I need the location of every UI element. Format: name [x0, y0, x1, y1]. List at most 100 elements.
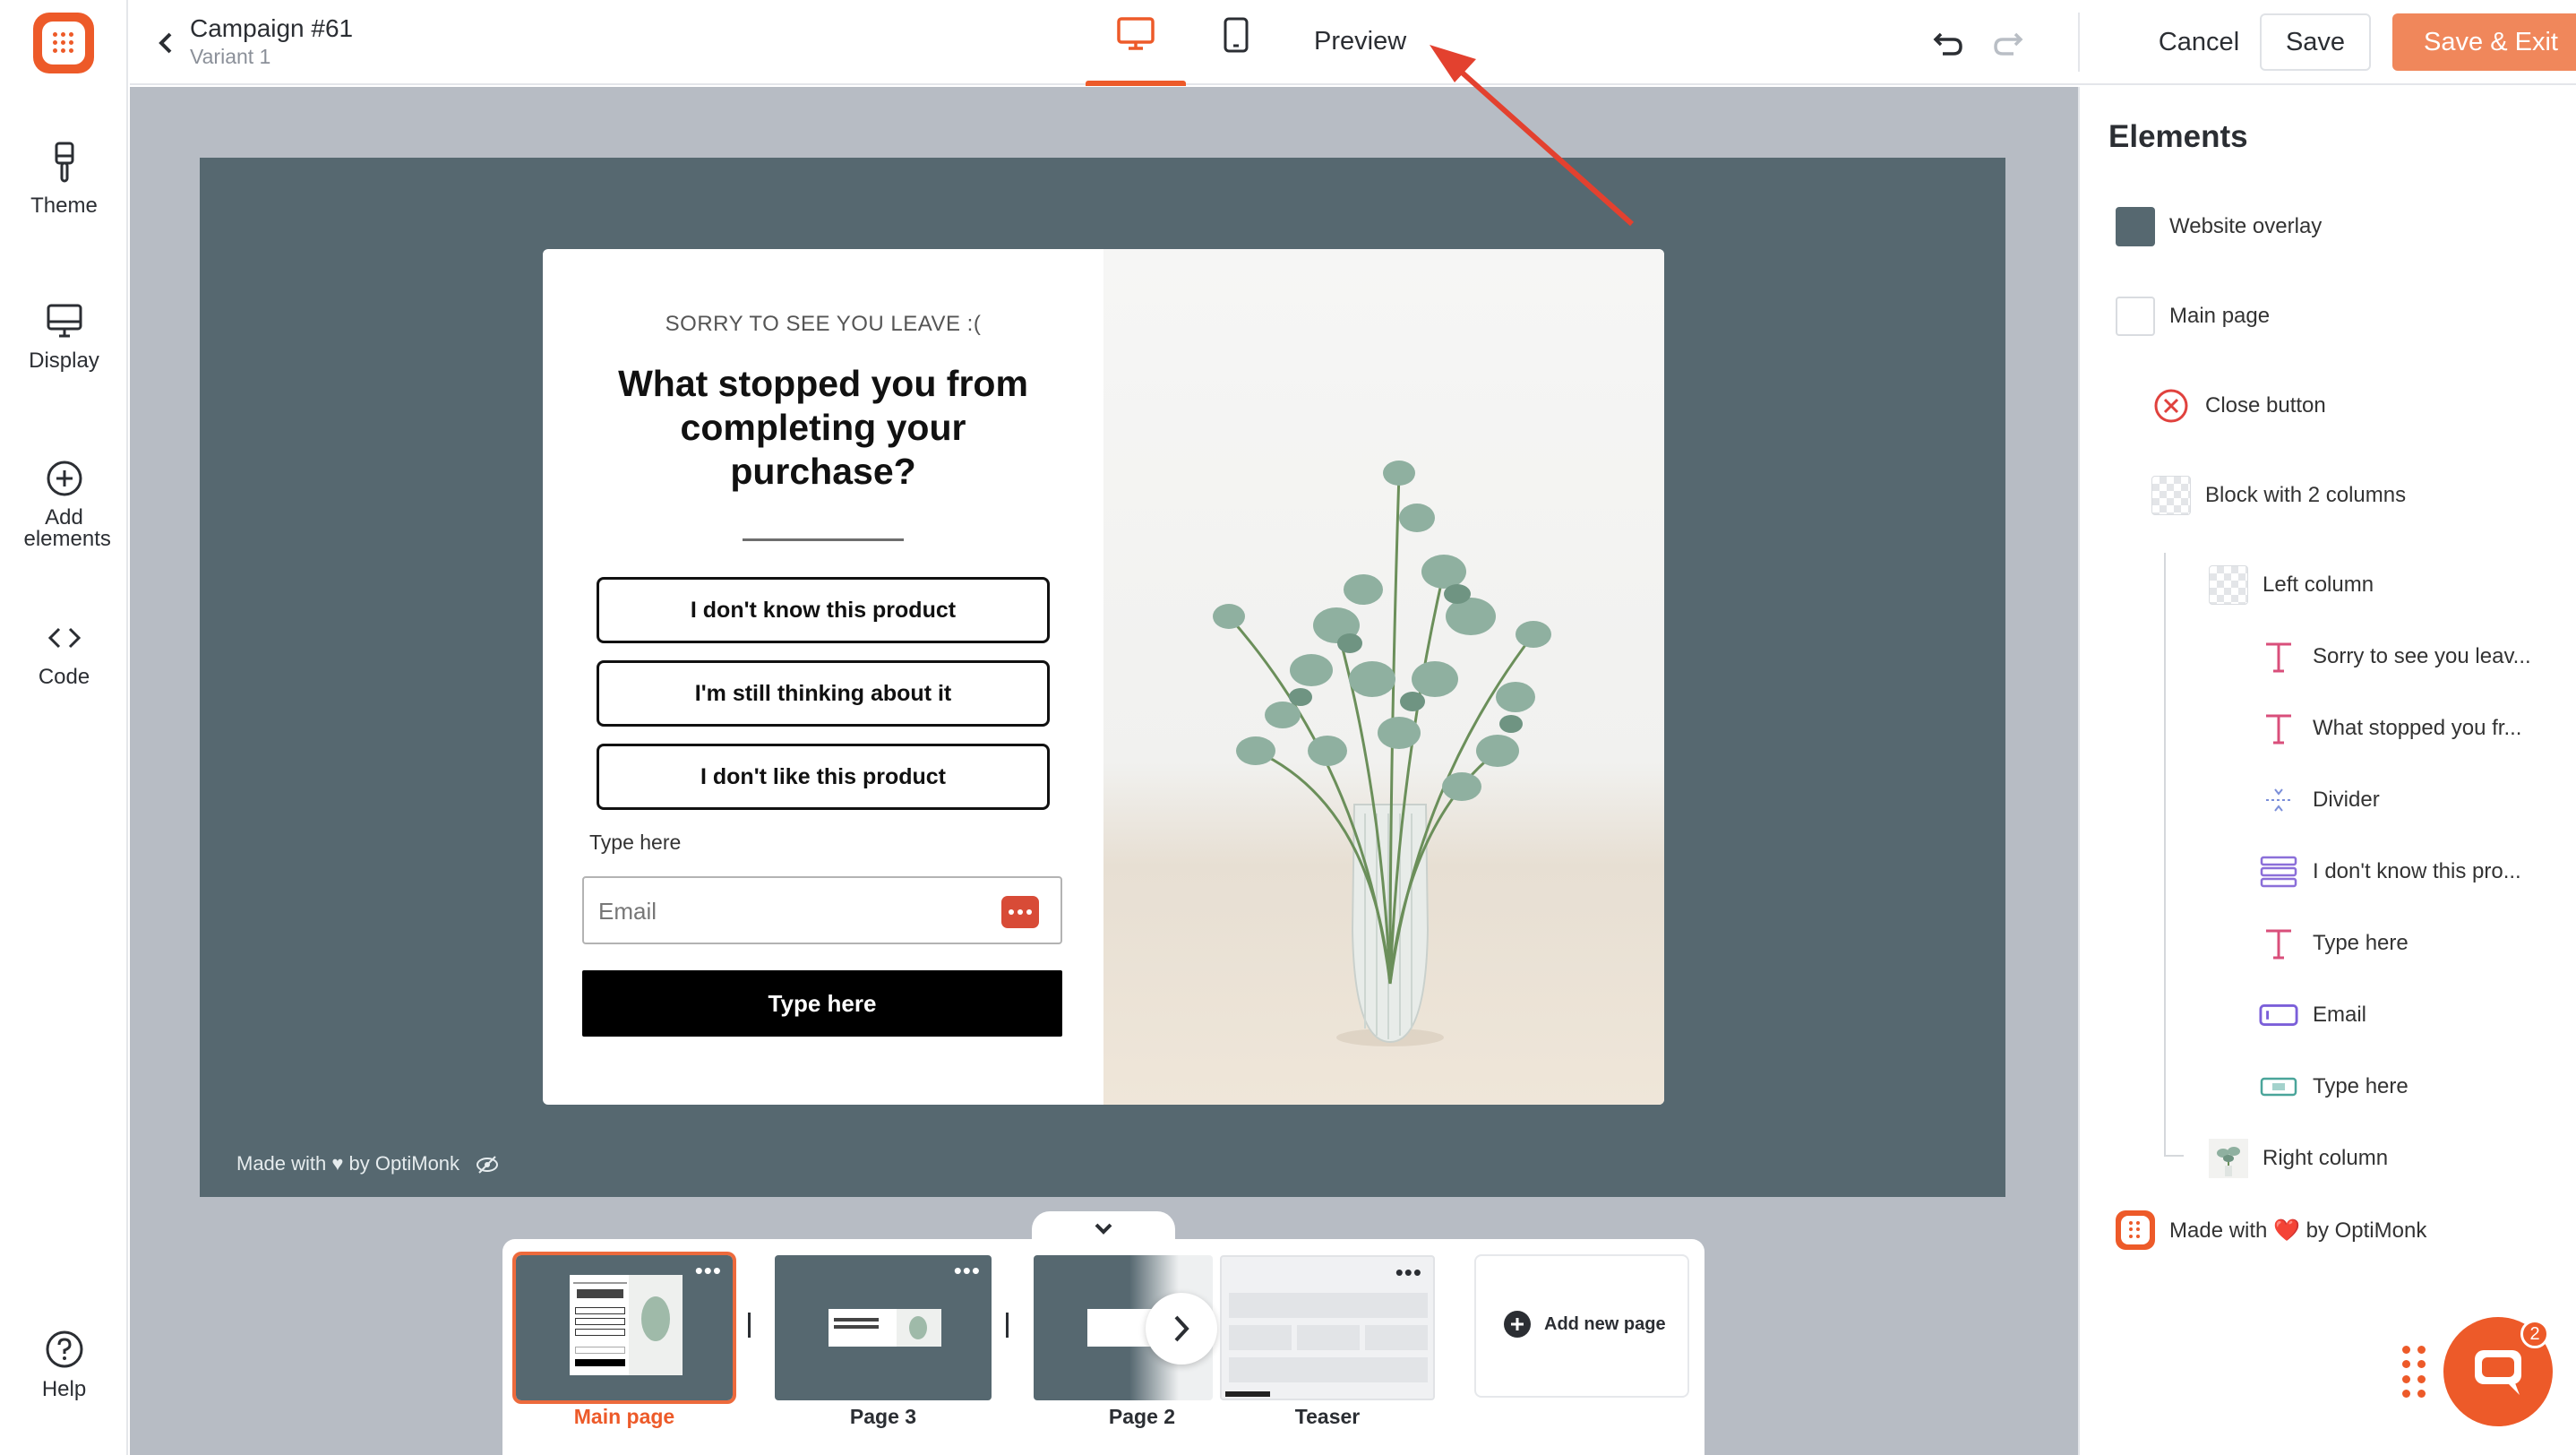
sidebar-item-theme[interactable]: Theme — [0, 142, 128, 217]
checker-icon — [2209, 565, 2248, 605]
preview-button[interactable]: Preview — [1314, 27, 1406, 56]
element-website-overlay[interactable]: Website overlay — [2116, 207, 2322, 246]
element-label: Left column — [2263, 573, 2374, 597]
element-label: Type here — [2313, 1074, 2409, 1098]
password-manager-icon[interactable] — [1001, 896, 1039, 928]
made-with-branding[interactable]: Made with ♥ by OptiMonk — [236, 1152, 459, 1175]
monitor-icon — [47, 304, 82, 338]
optimonk-logo-icon[interactable] — [33, 13, 94, 73]
sidebar-item-label: Help — [41, 1377, 87, 1401]
element-right-column[interactable]: Right column — [2209, 1139, 2388, 1178]
sidebar-item-label: Code — [38, 665, 90, 689]
scroll-right-button[interactable] — [1146, 1293, 1217, 1365]
chat-unread-badge: 2 — [2520, 1320, 2549, 1348]
element-close-button[interactable]: Close button — [2151, 386, 2326, 426]
email-input[interactable]: Email — [582, 876, 1062, 944]
eyebrow-text[interactable]: SORRY TO SEE YOU LEAVE :( — [543, 312, 1103, 337]
tree-line — [2164, 553, 2166, 1155]
submit-button[interactable]: Type here — [582, 970, 1062, 1037]
sidebar-item-label: Theme — [30, 194, 98, 218]
page-label-main[interactable]: Main page — [516, 1405, 733, 1429]
element-email[interactable]: Email — [2259, 995, 2366, 1035]
input-icon — [2259, 995, 2298, 1035]
eucalyptus-vase-image — [1213, 461, 1551, 1046]
option-button-dont-know[interactable]: I don't know this product — [597, 577, 1050, 643]
more-icon[interactable]: ••• — [954, 1259, 981, 1282]
element-block-2-columns[interactable]: Block with 2 columns — [2151, 476, 2406, 515]
optimonk-logo-icon — [2116, 1210, 2155, 1250]
list-icon — [2259, 852, 2298, 891]
more-icon[interactable]: ••• — [1395, 1261, 1422, 1284]
divider[interactable] — [743, 538, 904, 541]
sidebar-item-display[interactable]: Display — [0, 302, 128, 372]
elements-panel: Elements Website overlay Main page Close… — [2078, 87, 2576, 1455]
plus-circle-icon — [47, 461, 82, 496]
headline-text[interactable]: What stopped you from completing your pu… — [599, 362, 1047, 494]
left-column[interactable]: SORRY TO SEE YOU LEAVE :( What stopped y… — [543, 249, 1103, 1105]
page-thumb-page3[interactable]: ••• — [775, 1255, 992, 1400]
right-column-image[interactable] — [1103, 249, 1664, 1105]
element-label: Close button — [2205, 393, 2326, 418]
mobile-view-button[interactable] — [1186, 16, 1286, 86]
element-options[interactable]: I don't know this pro... — [2259, 852, 2521, 891]
add-new-page-label: Add new page — [1544, 1313, 1666, 1334]
sidebar-item-add-elements[interactable]: Add elements — [0, 459, 128, 550]
chat-icon — [2475, 1350, 2521, 1395]
element-divider[interactable]: Divider — [2259, 780, 2380, 820]
page-label-teaser[interactable]: Teaser — [1220, 1405, 1435, 1429]
eye-slash-icon[interactable] — [475, 1154, 500, 1175]
element-left-column[interactable]: Left column — [2209, 565, 2374, 605]
element-label: Email — [2313, 1003, 2367, 1027]
element-text-headline[interactable]: What stopped you fr... — [2259, 709, 2521, 748]
page-thumb-teaser[interactable]: ••• — [1220, 1255, 1435, 1400]
divider-icon — [2259, 780, 2298, 820]
element-label: Divider — [2313, 788, 2380, 812]
email-placeholder: Email — [598, 898, 657, 925]
close-circle-icon — [2151, 386, 2191, 426]
annotation-arrow-icon — [1430, 45, 1634, 227]
redo-icon[interactable] — [1990, 25, 2026, 61]
sidebar-item-code[interactable]: Code — [0, 618, 128, 688]
campaign-title: Campaign #61 — [190, 14, 354, 42]
element-text-sorry[interactable]: Sorry to see you leav... — [2259, 637, 2531, 676]
plus-circle-icon — [1504, 1311, 1531, 1338]
question-circle-icon — [46, 1330, 82, 1368]
undo-icon[interactable] — [1930, 25, 1966, 61]
page-label-page2[interactable]: Page 2 — [1034, 1405, 1250, 1429]
input-label[interactable]: Type here — [589, 831, 681, 855]
chevron-left-icon[interactable] — [149, 25, 185, 61]
popup-main-page[interactable]: SORRY TO SEE YOU LEAVE :( What stopped y… — [543, 249, 1664, 1105]
option-button-still-thinking[interactable]: I'm still thinking about it — [597, 660, 1050, 727]
add-new-page-button[interactable]: Add new page — [1474, 1254, 1689, 1398]
more-icon[interactable]: ••• — [695, 1259, 722, 1282]
tree-line — [2164, 1155, 2184, 1157]
desktop-view-button[interactable] — [1086, 16, 1186, 86]
element-label: Type here — [2313, 931, 2409, 955]
toolbar-divider — [2078, 13, 2080, 72]
code-icon — [47, 627, 81, 649]
sidebar-item-label: Display — [29, 349, 99, 373]
save-exit-button[interactable]: Save & Exit — [2392, 13, 2576, 71]
element-label: Main page — [2169, 304, 2271, 328]
element-main-page[interactable]: Main page — [2116, 297, 2270, 336]
element-label: What stopped you fr... — [2313, 716, 2522, 740]
element-button-type-here[interactable]: Type here — [2259, 1067, 2409, 1106]
chevron-right-icon — [1174, 1315, 1189, 1342]
text-icon — [2259, 709, 2298, 748]
panel-title: Elements — [2108, 119, 2248, 154]
campaign-variant: Variant 1 — [190, 45, 271, 68]
sidebar-item-help[interactable]: Help — [0, 1329, 128, 1400]
element-text-type-here[interactable]: Type here — [2259, 924, 2409, 963]
option-button-dont-like[interactable]: I don't like this product — [597, 744, 1050, 810]
page-thumb-main[interactable]: ••• — [512, 1252, 736, 1404]
element-made-with[interactable]: Made with ❤️ by OptiMonk — [2116, 1210, 2426, 1250]
cancel-button[interactable]: Cancel — [2127, 13, 2271, 71]
page-label-page3[interactable]: Page 3 — [775, 1405, 992, 1429]
element-label: Website overlay — [2169, 214, 2323, 238]
save-button[interactable]: Save — [2260, 13, 2371, 71]
page-separator — [748, 1313, 751, 1338]
desktop-icon — [1117, 17, 1155, 50]
left-sidebar: Theme Display Add elements Code Help — [0, 0, 128, 1455]
element-label: Made with ❤️ by OptiMonk — [2169, 1218, 2427, 1243]
chat-drag-handle[interactable] — [2402, 1346, 2427, 1399]
